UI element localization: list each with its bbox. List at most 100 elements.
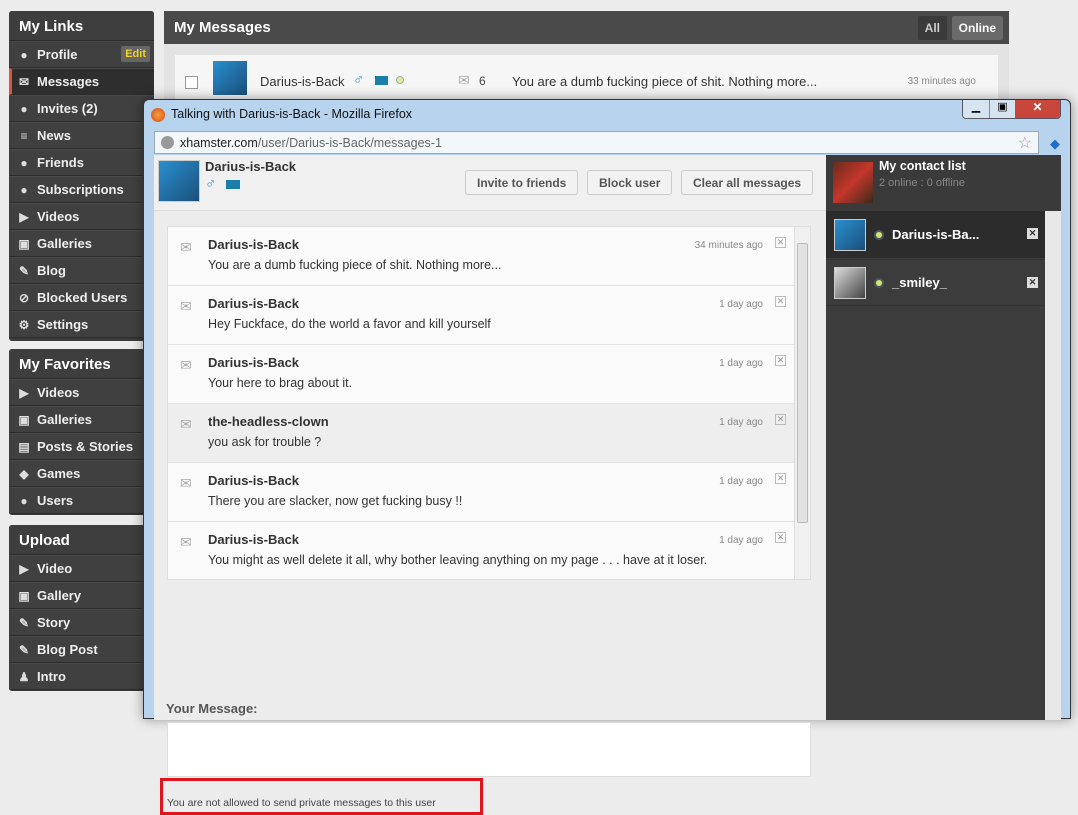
fav-games[interactable]: ◆ Games [9, 460, 154, 487]
online-dot-icon [874, 229, 884, 240]
label: Profile [37, 47, 78, 62]
message-preview[interactable]: You are a dumb fucking piece of shit. No… [512, 74, 817, 89]
label: Games [37, 466, 81, 481]
message-time: 1 day ago [719, 535, 763, 546]
sidebar-item-profile[interactable]: ● Profile Edit [9, 41, 154, 68]
message-time: 33 minutes ago [907, 76, 976, 87]
sidebar-item-subscriptions[interactable]: ● Subscriptions [9, 176, 154, 203]
message-item: ✉ Darius-is-Back There you are slacker, no… [168, 463, 796, 522]
chat-username[interactable]: Darius-is-Back [205, 159, 296, 174]
sender[interactable]: Darius-is-Back [208, 296, 299, 311]
message-scrollbar[interactable] [794, 227, 810, 579]
message-text: Your here to brag about it. [208, 376, 353, 390]
maximize-button[interactable]: ▣ [989, 100, 1015, 118]
delete-message-icon[interactable]: ✕ [775, 355, 786, 366]
fav-posts-stories[interactable]: ▤ Posts & Stories [9, 433, 154, 460]
url-domain: xhamster.com [180, 135, 258, 150]
scrollbar-thumb[interactable] [797, 243, 808, 523]
delete-message-icon[interactable]: ✕ [775, 296, 786, 307]
sender[interactable]: Darius-is-Back [208, 355, 299, 370]
delete-message-icon[interactable]: ✕ [775, 532, 786, 543]
invite-to-friends-button[interactable]: Invite to friends [465, 170, 579, 195]
flag-icon [226, 180, 240, 189]
contact-list-title: My contact list [879, 159, 966, 173]
remove-contact-icon[interactable]: ✕ [1027, 277, 1038, 288]
sidebar-item-blog[interactable]: ✎ Blog [9, 257, 154, 284]
row-checkbox[interactable] [185, 76, 198, 89]
sidebar-item-invites[interactable]: ● Invites (2) [9, 95, 154, 122]
envelope-icon: ✉ [180, 357, 192, 373]
sidebar-item-blocked-users[interactable]: ⊘ Blocked Users [9, 284, 154, 311]
envelope-icon: ✉ [18, 74, 30, 89]
upload-panel: Upload ▶ Video ▣ Gallery ✎ Story ✎ Blog Post… [9, 525, 154, 691]
label: Subscriptions [37, 182, 124, 197]
contact-item[interactable]: _smiley_ ✕ [826, 259, 1045, 306]
my-avatar[interactable] [833, 162, 873, 203]
sender[interactable]: Darius-is-Back [208, 473, 299, 488]
video-icon: ▶ [19, 385, 29, 400]
pencil-icon: ✎ [18, 642, 30, 657]
label: Blog [37, 263, 66, 278]
envelope-icon: ✉ [180, 534, 192, 550]
sender[interactable]: the-headless-clown [208, 414, 329, 429]
avatar[interactable] [213, 61, 247, 95]
fav-users[interactable]: ● Users [9, 487, 154, 514]
close-button[interactable]: ✕ [1015, 100, 1060, 118]
block-user-button[interactable]: Block user [587, 170, 673, 195]
delete-message-icon[interactable]: ✕ [775, 414, 786, 425]
message-item: ✉ Darius-is-Back Hey Fuckface, do the worl… [168, 286, 796, 345]
label: Messages [37, 74, 100, 89]
upload-story[interactable]: ✎ Story [9, 609, 154, 636]
addon-icon[interactable]: ◆ [1050, 136, 1060, 152]
user-avatar[interactable] [158, 160, 200, 202]
filter-online[interactable]: Online [951, 16, 1003, 40]
contact-scrollbar[interactable] [1045, 211, 1061, 720]
error-highlight-box: You are not allowed to send private mess… [160, 778, 483, 815]
sidebar-item-friends[interactable]: ● Friends [9, 149, 154, 176]
delete-message-icon[interactable]: ✕ [775, 237, 786, 248]
gallery-icon: ▣ [18, 412, 30, 427]
contact-name: Darius-is-Ba... [892, 227, 980, 242]
clear-all-messages-button[interactable]: Clear all messages [681, 170, 814, 195]
sidebar-item-galleries[interactable]: ▣ Galleries [9, 230, 154, 257]
upload-gallery[interactable]: ▣ Gallery [9, 582, 154, 609]
fav-videos[interactable]: ▶ Videos [9, 379, 154, 406]
sidebar-item-news[interactable]: ≡ News [9, 122, 154, 149]
delete-message-icon[interactable]: ✕ [775, 473, 786, 484]
filter-all[interactable]: All [917, 16, 947, 40]
label: Invites (2) [37, 101, 98, 116]
contact-name: _smiley_ [892, 275, 947, 290]
upload-intro[interactable]: ♟ Intro [9, 663, 154, 690]
message-item: ✉ the-headless-clown you ask for trouble ?… [168, 404, 796, 463]
male-icon: ♂ [353, 71, 365, 88]
sender[interactable]: Darius-is-Back [208, 532, 299, 547]
url-path: /user/Darius-is-Back/messages-1 [257, 135, 442, 150]
url-bar[interactable]: xhamster.com/user/Darius-is-Back/message… [154, 131, 1039, 154]
remove-contact-icon[interactable]: ✕ [1027, 228, 1038, 239]
edit-profile-button[interactable]: Edit [121, 46, 150, 62]
envelope-icon: ✉ [180, 416, 192, 432]
camera-icon: ▣ [18, 588, 30, 603]
bookmark-star-icon[interactable]: ☆ [1018, 133, 1032, 153]
minimize-button[interactable]: ▁ [963, 100, 989, 118]
posts-icon: ▤ [18, 439, 30, 454]
sidebar-item-messages[interactable]: ✉ Messages [9, 68, 154, 95]
sender[interactable]: Darius-is-Back [208, 237, 299, 252]
label: Blocked Users [37, 290, 128, 305]
row-username[interactable]: Darius-is-Back [260, 74, 345, 89]
upload-blog-post[interactable]: ✎ Blog Post [9, 636, 154, 663]
message-time: 1 day ago [719, 299, 763, 310]
contact-item[interactable]: Darius-is-Ba... ✕ [826, 211, 1045, 258]
upload-video[interactable]: ▶ Video [9, 555, 154, 582]
sidebar-item-settings[interactable]: ⚙ Settings [9, 311, 154, 338]
message-item: ✉ Darius-is-Back You are a dumb fucking pi… [168, 227, 796, 286]
video-icon: ▶ [19, 209, 29, 224]
label: News [37, 128, 71, 143]
label: Video [37, 561, 73, 576]
message-input[interactable] [167, 722, 811, 777]
envelope-icon: ✉ [180, 298, 192, 314]
label: Settings [37, 317, 89, 332]
fav-galleries[interactable]: ▣ Galleries [9, 406, 154, 433]
sidebar-item-videos[interactable]: ▶ Videos [9, 203, 154, 230]
error-message: You are not allowed to send private mess… [167, 797, 436, 809]
